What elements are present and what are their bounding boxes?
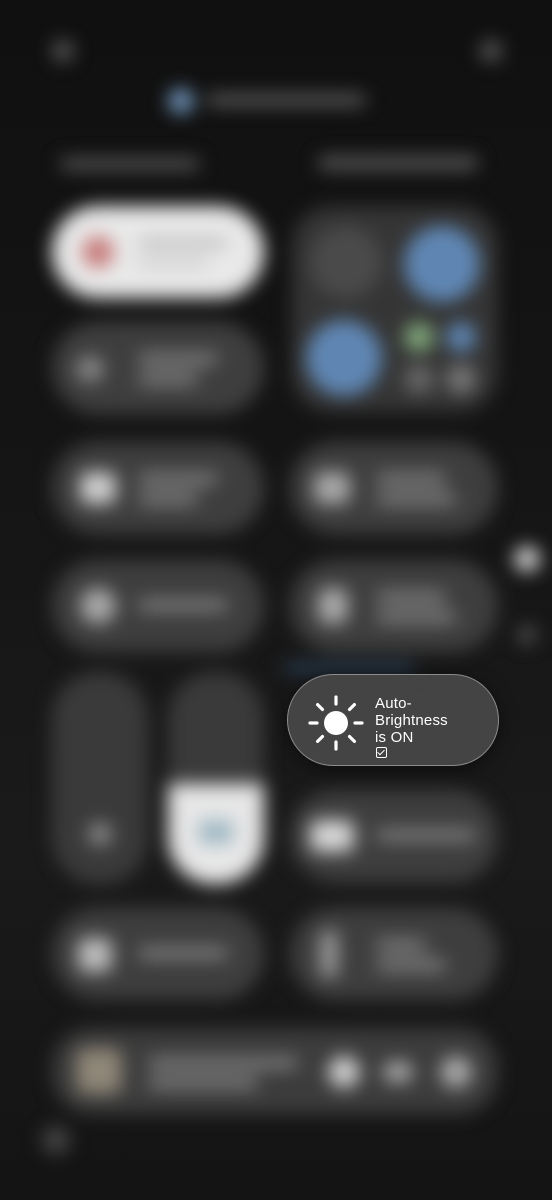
- auto-brightness-toast: Auto- Brightness is ON: [287, 674, 499, 766]
- carrier-text: [60, 158, 200, 170]
- accent-line: [284, 664, 414, 672]
- tile-row3-right: [290, 442, 498, 534]
- media-player-bar: [52, 1028, 498, 1114]
- slider-brightness: [168, 672, 264, 884]
- bottom-left-icon: [42, 1126, 70, 1154]
- blurred-background: [0, 0, 552, 1200]
- tile-row3-left: [52, 442, 264, 534]
- checkbox-icon: [376, 747, 387, 758]
- tile-row6-right: [290, 908, 498, 1000]
- page-indicator: [518, 626, 536, 644]
- tile-row4-left: [52, 560, 264, 652]
- toast-message: Auto- Brightness is ON: [375, 695, 493, 758]
- settings-icon: [480, 40, 502, 62]
- slider-left: [52, 672, 148, 884]
- tile-row4-right: [290, 560, 498, 652]
- sun-icon: [308, 695, 364, 751]
- tile-row5-right: [290, 790, 498, 882]
- toast-line-3-text: is ON: [375, 729, 414, 746]
- page-indicator-active: [514, 546, 540, 572]
- edit-icon: [52, 40, 74, 62]
- tile-row2-left: [52, 322, 264, 414]
- tile-white: [52, 206, 264, 298]
- toast-line-2: Brightness: [375, 712, 448, 729]
- quick-settings-screen: Auto- Brightness is ON: [0, 0, 552, 1200]
- tile-row6-left: [52, 908, 264, 1000]
- toast-line-3: is ON: [375, 729, 493, 758]
- status-icons: [318, 156, 478, 170]
- tile-connectivity-grid: [292, 206, 498, 412]
- profile-name: [206, 94, 366, 106]
- profile-icon: [168, 88, 194, 114]
- toast-line-1: Auto-: [375, 695, 412, 712]
